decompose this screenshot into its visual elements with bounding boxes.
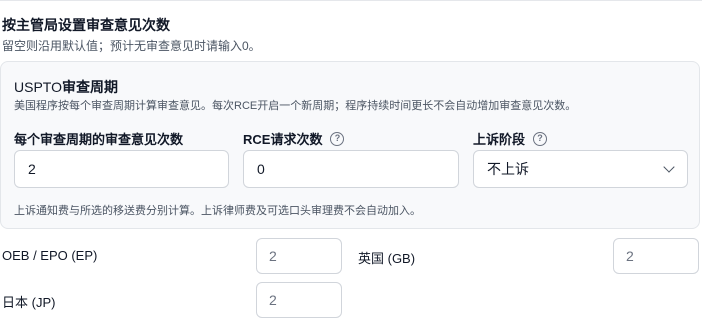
appeal-stage-label: 上诉阶段 ? bbox=[473, 129, 548, 148]
top-divider bbox=[0, 0, 702, 2]
help-circle-icon[interactable]: ? bbox=[330, 131, 345, 146]
rce-count-value: 0 bbox=[257, 161, 265, 177]
office-input-ep-placeholder: 2 bbox=[269, 248, 277, 264]
office-input-jp[interactable]: 2 bbox=[256, 282, 342, 318]
office-label-gb: 英国 (GB) bbox=[358, 251, 416, 266]
section-hint: 留空则沿用默认值；预计无审查意见时请输入0。 bbox=[2, 39, 261, 53]
oa-per-cycle-input[interactable]: 2 bbox=[14, 150, 229, 188]
appeal-stage-label-text: 上诉阶段 bbox=[473, 132, 526, 147]
oa-per-cycle-value: 2 bbox=[28, 161, 36, 177]
office-input-jp-placeholder: 2 bbox=[269, 292, 277, 308]
appeal-stage-value: 不上诉 bbox=[487, 161, 529, 177]
chevron-down-icon bbox=[663, 161, 675, 173]
uspto-title-prefix: USPTO bbox=[14, 79, 62, 95]
office-input-ep[interactable]: 2 bbox=[256, 238, 342, 274]
rce-count-label-text: RCE请求次数 bbox=[243, 132, 323, 147]
uspto-title: USPTO审查周期 bbox=[14, 77, 118, 97]
rce-count-label: RCE请求次数 ? bbox=[243, 129, 345, 148]
uspto-note: 上诉通知费与所选的移送费分别计算。上诉律师费及可选口头审理费不会自动加入。 bbox=[14, 205, 421, 217]
office-input-gb[interactable]: 2 bbox=[613, 238, 699, 274]
oa-per-cycle-label-text: 每个审查周期的审查意见次数 bbox=[14, 132, 184, 147]
oa-per-cycle-label: 每个审查周期的审查意见次数 bbox=[14, 129, 183, 148]
uspto-title-suffix: 审查周期 bbox=[61, 79, 118, 95]
uspto-card: USPTO审查周期 美国程序按每个审查周期计算审查意见。每次RCE开启一个新周期… bbox=[0, 61, 700, 229]
office-label-jp: 日本 (JP) bbox=[2, 295, 56, 310]
rce-count-input[interactable]: 0 bbox=[243, 150, 459, 188]
help-circle-icon[interactable]: ? bbox=[533, 131, 548, 146]
uspto-description: 美国程序按每个审查周期计算审查意见。每次RCE开启一个新周期；程序持续时间更长不… bbox=[14, 100, 577, 112]
appeal-stage-select[interactable]: 不上诉 bbox=[473, 150, 688, 188]
office-label-ep: OEB / EPO (EP) bbox=[2, 248, 98, 263]
section-title: 按主管局设置审查意见次数 bbox=[2, 17, 170, 33]
office-input-gb-placeholder: 2 bbox=[626, 248, 634, 264]
